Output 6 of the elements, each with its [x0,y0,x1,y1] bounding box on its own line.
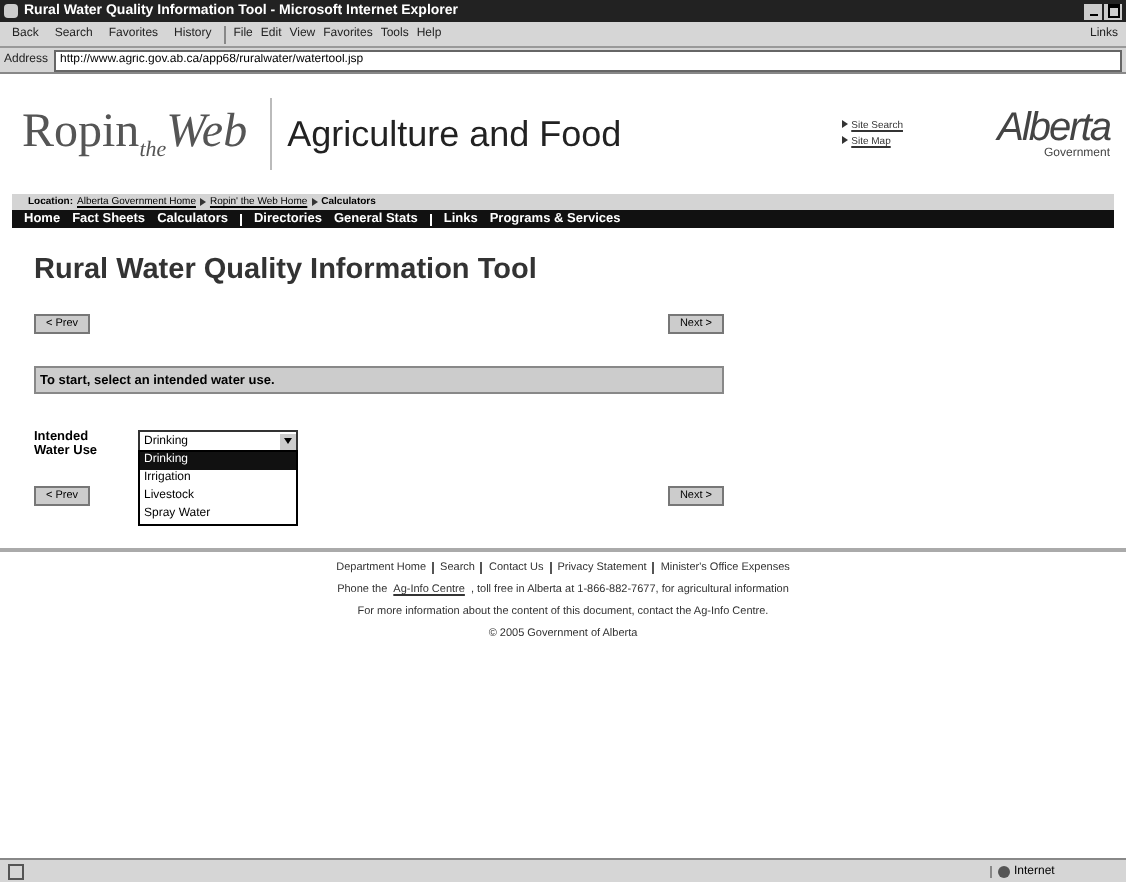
dropdown-arrow-icon[interactable] [280,433,296,449]
page-icon [8,863,24,879]
minimize-button[interactable] [1084,3,1102,19]
site-title: Agriculture and Food [287,113,624,155]
page-heading: Rural Water Quality Information Tool [34,254,539,286]
maximize-button[interactable] [1104,3,1122,19]
